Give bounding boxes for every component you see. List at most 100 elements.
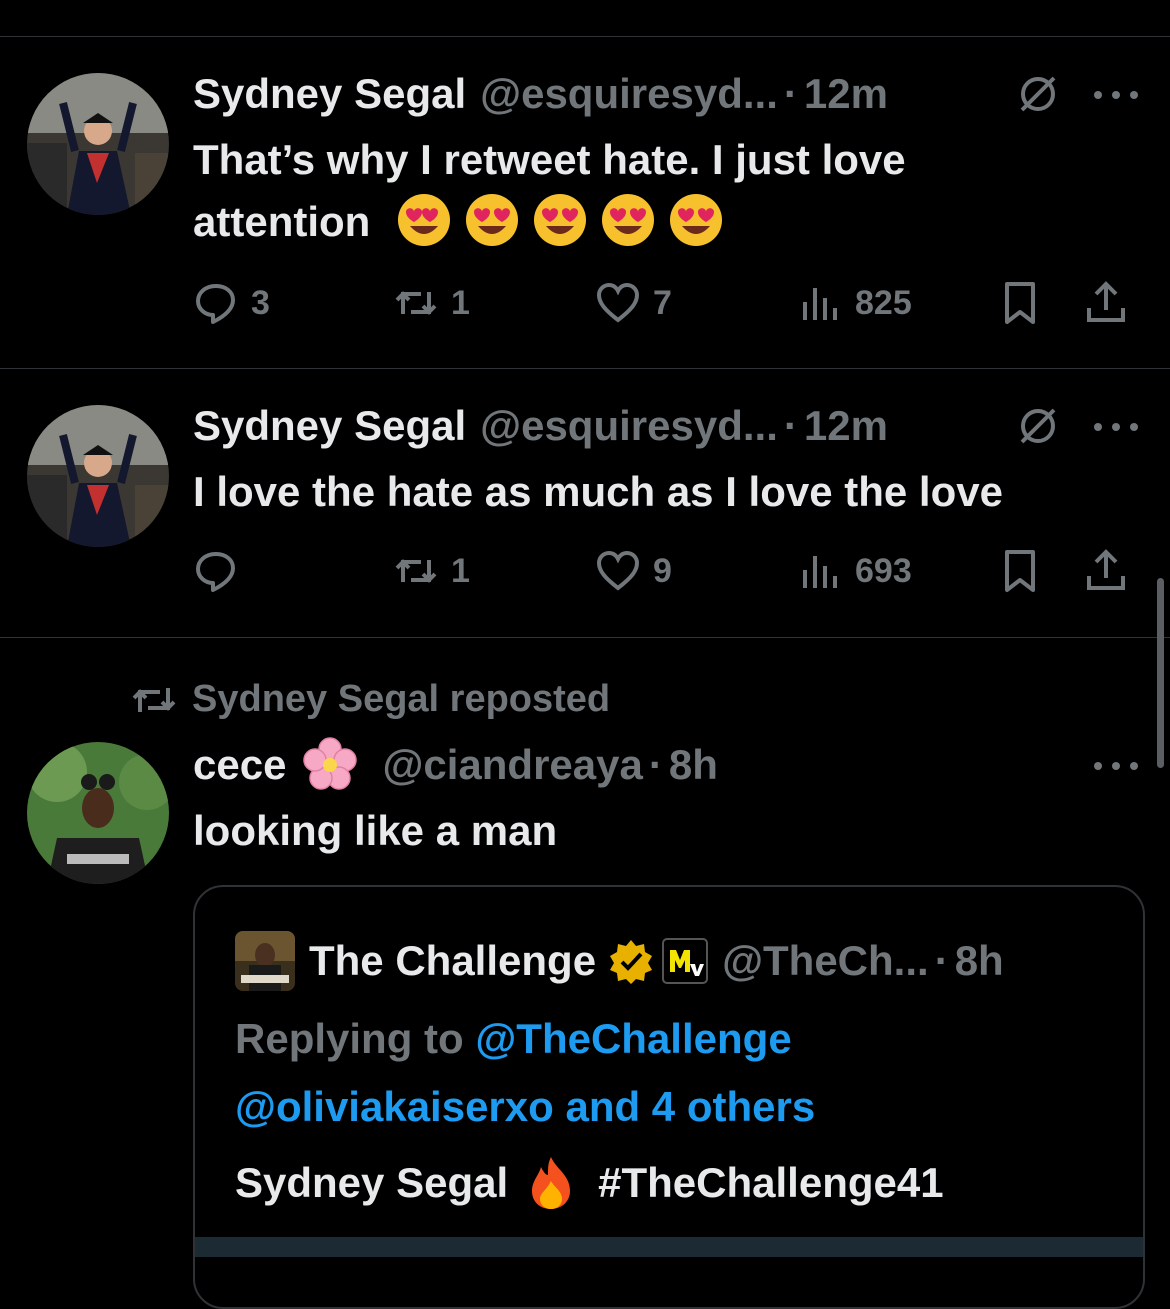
quoted-tweet-text: Sydney Segal #TheChallenge41 [235, 1149, 944, 1217]
tweet-actions: 1 9 693 [193, 545, 1143, 597]
heart-eyes-emoji [465, 194, 518, 246]
tweet-text: looking like a man [193, 800, 1093, 862]
bookmark-button[interactable] [997, 545, 1043, 597]
dot-icon [1094, 762, 1102, 770]
more-options-button[interactable] [1094, 756, 1138, 776]
quoted-avatar[interactable] [235, 931, 295, 991]
reply-count: 3 [251, 283, 270, 322]
hashtag[interactable]: #TheChallenge41 [598, 1149, 943, 1217]
author-handle[interactable]: @esquiresyd... [480, 402, 778, 450]
dot-icon [1112, 423, 1120, 431]
quoted-author-name[interactable]: The Challenge [309, 937, 596, 985]
quoted-text-name: Sydney Segal [235, 1159, 509, 1206]
mtv-logo [662, 938, 709, 984]
quoted-media-preview[interactable] [195, 1237, 1143, 1257]
heart-icon [596, 282, 640, 323]
reply-icon [196, 552, 235, 592]
replying-prefix: Replying to [235, 1015, 464, 1062]
views-button[interactable]: 825 [797, 277, 912, 329]
views-icon [803, 288, 837, 320]
replying-to-line: Replying to @TheChallenge [235, 1005, 792, 1073]
heart-eyes-emoji [601, 194, 654, 246]
views-icon [803, 556, 837, 588]
tweet-text-line: That’s why I retweet hate. I just love [193, 136, 906, 183]
share-button[interactable] [1083, 545, 1129, 597]
dot-icon [1112, 91, 1120, 99]
verified-gold-icon [610, 940, 653, 984]
bookmark-button[interactable] [997, 277, 1043, 329]
replying-others-link[interactable]: @oliviakaiserxo and 4 others [235, 1083, 815, 1130]
share-button[interactable] [1083, 277, 1129, 329]
tweet-header: cece @ciandreaya · 8h [193, 737, 718, 790]
heart-eyes-emoji [533, 194, 586, 246]
heart-eyes-emoji [397, 194, 450, 246]
tweet-header: Sydney Segal @esquiresyd... · 12m [193, 69, 888, 119]
timestamp[interactable]: 12m [804, 70, 888, 118]
replying-handle-link[interactable]: @TheChallenge [475, 1015, 791, 1062]
repost-button[interactable]: 1 [393, 277, 470, 329]
author-name[interactable]: cece [193, 741, 286, 789]
tweet-text: That’s why I retweet hate. I just love a… [193, 129, 1093, 253]
share-icon [1087, 281, 1125, 322]
separator-dot: · [648, 741, 663, 788]
reply-button[interactable]: 3 [193, 277, 270, 329]
reply-icon [196, 284, 235, 324]
repost-context[interactable]: Sydney Segal reposted [130, 678, 610, 721]
fire-emoji [532, 1157, 571, 1209]
separator-dot: · [783, 70, 798, 117]
quoted-author-handle[interactable]: @TheCh... [722, 937, 929, 985]
tweet-actions: 3 1 7 825 [193, 277, 1143, 329]
grok-icon[interactable] [1016, 404, 1060, 448]
separator-dot: · [783, 402, 798, 449]
reply-button[interactable] [193, 545, 251, 597]
tweet-2[interactable]: Sydney Segal @esquiresyd... · 12m I love… [0, 369, 1170, 637]
author-handle[interactable]: @ciandreaya [382, 741, 642, 789]
dot-icon [1112, 762, 1120, 770]
avatar[interactable] [27, 73, 169, 215]
bookmark-icon [1005, 282, 1035, 324]
quoted-tweet-header: The Challenge @TheCh... · 8h [235, 931, 1004, 991]
quoted-tweet-card[interactable]: The Challenge @TheCh... · 8h Replying to… [193, 885, 1145, 1309]
grok-icon[interactable] [1016, 72, 1060, 116]
dot-icon [1130, 423, 1138, 431]
like-count: 7 [653, 283, 672, 322]
like-count: 9 [653, 551, 672, 590]
bookmark-icon [1005, 550, 1035, 592]
author-name[interactable]: Sydney Segal [193, 402, 466, 450]
avatar[interactable] [27, 742, 169, 884]
repost-count: 1 [451, 551, 470, 590]
tweet-header: Sydney Segal @esquiresyd... · 12m [193, 401, 888, 451]
tweet-text-line: I love the hate as much as I love the lo… [193, 468, 1003, 515]
cherry-blossom-emoji [303, 737, 358, 790]
avatar[interactable] [27, 405, 169, 547]
repost-icon [395, 291, 437, 315]
like-button[interactable]: 9 [595, 545, 672, 597]
dot-icon [1130, 91, 1138, 99]
repost-count: 1 [451, 283, 470, 322]
like-button[interactable]: 7 [595, 277, 672, 329]
tweet-text-line: attention [193, 191, 1093, 253]
repost-icon [395, 559, 437, 583]
dot-icon [1094, 91, 1102, 99]
separator-dot: · [934, 937, 949, 984]
more-options-button[interactable] [1094, 85, 1138, 105]
replying-to-line-2: @oliviakaiserxo and 4 others [235, 1073, 815, 1141]
view-count: 825 [855, 283, 912, 322]
share-icon [1087, 549, 1125, 590]
tweet-1[interactable]: Sydney Segal @esquiresyd... · 12m That’s… [0, 37, 1170, 367]
repost-label: Sydney Segal reposted [192, 678, 611, 720]
timestamp[interactable]: 8h [669, 741, 718, 789]
timestamp[interactable]: 12m [804, 402, 888, 450]
author-name[interactable]: Sydney Segal [193, 70, 466, 118]
dot-icon [1094, 423, 1102, 431]
heart-icon [596, 550, 640, 591]
heart-eyes-emoji [669, 194, 722, 246]
scrollbar[interactable] [1157, 578, 1164, 768]
tweet-text: I love the hate as much as I love the lo… [193, 461, 1133, 523]
more-options-button[interactable] [1094, 417, 1138, 437]
dot-icon [1130, 762, 1138, 770]
views-button[interactable]: 693 [797, 545, 912, 597]
quoted-timestamp[interactable]: 8h [955, 937, 1004, 985]
author-handle[interactable]: @esquiresyd... [480, 70, 778, 118]
repost-button[interactable]: 1 [393, 545, 470, 597]
